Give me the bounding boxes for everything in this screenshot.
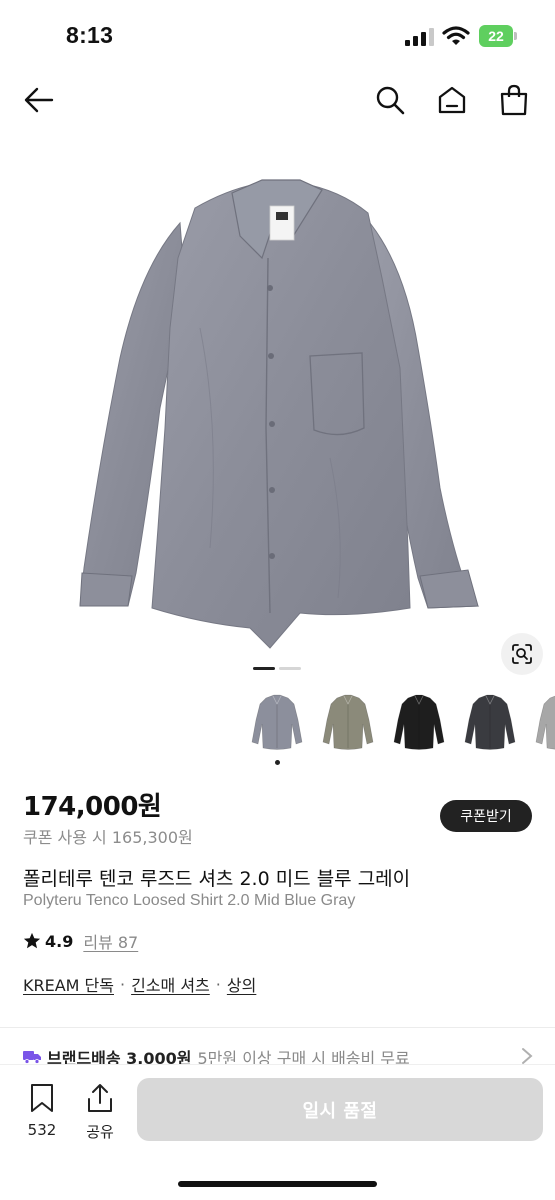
wifi-icon [442, 26, 470, 45]
chevron-right-icon [522, 1048, 533, 1064]
home-indicator [178, 1181, 377, 1187]
bookmark-icon [31, 1084, 53, 1112]
tag-separator: · [215, 974, 221, 994]
product-price: 174,000원 [23, 792, 162, 822]
share-icon [88, 1084, 112, 1112]
top-nav [0, 72, 555, 128]
tag-kream-exclusive[interactable]: KREAM 단독 [23, 972, 114, 996]
lens-search-icon [512, 644, 532, 664]
bottom-action-bar: 532 공유 일시 품절 [0, 1064, 555, 1200]
truck-icon [23, 1051, 41, 1064]
product-name-korean: 폴리테루 텐코 루즈드 셔츠 2.0 미드 블루 그레이 [23, 868, 411, 890]
battery-icon: 22 [479, 25, 517, 47]
get-coupon-button[interactable]: 쿠폰받기 [440, 800, 532, 832]
selected-thumb-indicator [275, 760, 280, 765]
tag-long-sleeve-shirt[interactable]: 긴소매 셔츠 [131, 972, 210, 996]
product-name-english: Polyteru Tenco Loosed Shirt 2.0 Mid Blue… [23, 892, 356, 909]
pager-dot-active [253, 667, 275, 670]
tag-top[interactable]: 상의 [227, 972, 256, 996]
section-divider [0, 1027, 555, 1028]
rating-score: 4.9 [45, 931, 74, 951]
image-search-button[interactable] [501, 633, 543, 675]
back-arrow-icon[interactable] [21, 82, 57, 118]
bookmark-count: 532 [27, 1121, 57, 1139]
sold-out-button[interactable]: 일시 품절 [137, 1078, 543, 1141]
status-bar: 8:13 22 [0, 0, 555, 72]
category-tags: KREAM 단독 · 긴소매 셔츠 · 상의 [23, 972, 256, 996]
home-icon[interactable] [434, 82, 470, 118]
shopping-bag-icon[interactable] [496, 82, 532, 118]
color-thumbnail[interactable] [459, 690, 521, 756]
pager-dot [279, 667, 301, 670]
shirt-image [79, 179, 480, 649]
coupon-price: 쿠폰 사용 시 165,300원 [23, 828, 193, 847]
battery-level: 22 [479, 25, 513, 47]
rating-row: 4.9 리뷰 87 [23, 930, 138, 952]
color-thumbnail[interactable] [388, 690, 450, 756]
color-thumbnails [246, 690, 555, 770]
color-thumbnail[interactable] [246, 690, 308, 756]
tag-separator: · [120, 974, 126, 994]
search-icon[interactable] [372, 82, 408, 118]
share-label: 공유 [86, 1123, 114, 1141]
color-thumbnail[interactable] [530, 690, 555, 756]
image-pager [253, 667, 303, 671]
product-image[interactable] [0, 128, 555, 688]
review-link[interactable]: 리뷰 87 [83, 929, 138, 953]
bookmark-button[interactable]: 532 [22, 1083, 62, 1139]
share-button[interactable]: 공유 [80, 1083, 120, 1142]
status-time: 8:13 [66, 22, 114, 48]
color-thumbnail[interactable] [317, 690, 379, 756]
star-icon [23, 932, 41, 949]
signal-icon [405, 28, 434, 46]
